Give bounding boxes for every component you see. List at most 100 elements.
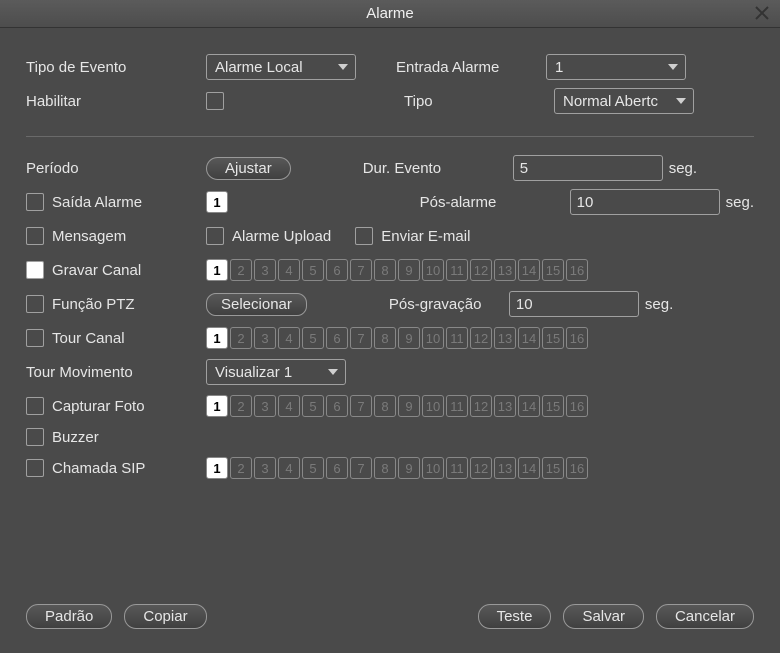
salvar-button[interactable]: Salvar [563, 604, 644, 629]
channel-4[interactable]: 4 [278, 327, 300, 349]
input-dur-evento[interactable] [513, 155, 663, 181]
checkbox-chamada-sip[interactable] [26, 459, 44, 477]
checkbox-capturar-foto[interactable] [26, 397, 44, 415]
channel-5[interactable]: 5 [302, 327, 324, 349]
channel-6[interactable]: 6 [326, 327, 348, 349]
channel-16[interactable]: 16 [566, 327, 588, 349]
channel-9[interactable]: 9 [398, 395, 420, 417]
channel-11[interactable]: 11 [446, 395, 468, 417]
channel-8[interactable]: 8 [374, 259, 396, 281]
channel-5[interactable]: 5 [302, 259, 324, 281]
checkbox-tour-canal[interactable] [26, 329, 44, 347]
channel-14[interactable]: 14 [518, 259, 540, 281]
channel-4[interactable]: 4 [278, 259, 300, 281]
channel-9[interactable]: 9 [398, 457, 420, 479]
channel-7[interactable]: 7 [350, 259, 372, 281]
channel-12[interactable]: 12 [470, 457, 492, 479]
channel-1[interactable]: 1 [206, 191, 228, 213]
checkbox-funcao-ptz[interactable] [26, 295, 44, 313]
channel-1[interactable]: 1 [206, 259, 228, 281]
select-tipo-evento[interactable]: Alarme Local [206, 54, 356, 80]
channel-10[interactable]: 10 [422, 259, 444, 281]
copiar-button[interactable]: Copiar [124, 604, 206, 629]
channel-12[interactable]: 12 [470, 259, 492, 281]
checkbox-gravar-canal[interactable] [26, 261, 44, 279]
channel-5[interactable]: 5 [302, 457, 324, 479]
channel-3[interactable]: 3 [254, 395, 276, 417]
channel-13[interactable]: 13 [494, 327, 516, 349]
label-tour-canal: Tour Canal [52, 330, 125, 347]
channel-11[interactable]: 11 [446, 259, 468, 281]
channel-8[interactable]: 8 [374, 395, 396, 417]
channel-10[interactable]: 10 [422, 327, 444, 349]
teste-button[interactable]: Teste [478, 604, 552, 629]
checkbox-enviar-email[interactable] [355, 227, 373, 245]
label-funcao-ptz: Função PTZ [52, 296, 135, 313]
channel-14[interactable]: 14 [518, 395, 540, 417]
select-tipo[interactable]: Normal Abertc [554, 88, 694, 114]
channel-8[interactable]: 8 [374, 457, 396, 479]
channel-2[interactable]: 2 [230, 457, 252, 479]
channel-15[interactable]: 15 [542, 327, 564, 349]
channel-10[interactable]: 10 [422, 457, 444, 479]
channel-13[interactable]: 13 [494, 457, 516, 479]
channel-4[interactable]: 4 [278, 395, 300, 417]
channel-15[interactable]: 15 [542, 395, 564, 417]
channel-12[interactable]: 12 [470, 327, 492, 349]
input-pos-gravacao[interactable] [509, 291, 639, 317]
channel-13[interactable]: 13 [494, 259, 516, 281]
channel-1[interactable]: 1 [206, 327, 228, 349]
label-habilitar: Habilitar [26, 93, 206, 110]
channel-15[interactable]: 15 [542, 259, 564, 281]
channel-16[interactable]: 16 [566, 259, 588, 281]
checkbox-saida-alarme[interactable] [26, 193, 44, 211]
checkbox-alarme-upload[interactable] [206, 227, 224, 245]
channel-8[interactable]: 8 [374, 327, 396, 349]
select-entrada-alarme[interactable]: 1 [546, 54, 686, 80]
channel-1[interactable]: 1 [206, 457, 228, 479]
select-tour-movimento[interactable]: Visualizar 1 [206, 359, 346, 385]
channel-3[interactable]: 3 [254, 327, 276, 349]
channel-13[interactable]: 13 [494, 395, 516, 417]
channel-10[interactable]: 10 [422, 395, 444, 417]
select-tipo-evento-value: Alarme Local [215, 59, 303, 76]
channel-15[interactable]: 15 [542, 457, 564, 479]
channel-7[interactable]: 7 [350, 327, 372, 349]
titlebar: Alarme [0, 0, 780, 28]
channel-3[interactable]: 3 [254, 259, 276, 281]
input-pos-alarme[interactable] [570, 189, 720, 215]
channel-1[interactable]: 1 [206, 395, 228, 417]
checkbox-habilitar[interactable] [206, 92, 224, 110]
channel-16[interactable]: 16 [566, 395, 588, 417]
channel-2[interactable]: 2 [230, 395, 252, 417]
channel-7[interactable]: 7 [350, 457, 372, 479]
channel-9[interactable]: 9 [398, 259, 420, 281]
label-entrada-alarme: Entrada Alarme [396, 59, 546, 76]
channel-9[interactable]: 9 [398, 327, 420, 349]
ajustar-button[interactable]: Ajustar [206, 157, 291, 180]
channel-6[interactable]: 6 [326, 457, 348, 479]
channel-12[interactable]: 12 [470, 395, 492, 417]
channel-2[interactable]: 2 [230, 327, 252, 349]
cancelar-button[interactable]: Cancelar [656, 604, 754, 629]
checkbox-mensagem[interactable] [26, 227, 44, 245]
channel-16[interactable]: 16 [566, 457, 588, 479]
channel-2[interactable]: 2 [230, 259, 252, 281]
channel-6[interactable]: 6 [326, 395, 348, 417]
channel-14[interactable]: 14 [518, 457, 540, 479]
selecionar-button[interactable]: Selecionar [206, 293, 307, 316]
label-tipo-evento: Tipo de Evento [26, 59, 206, 76]
channel-4[interactable]: 4 [278, 457, 300, 479]
window-title: Alarme [366, 5, 414, 22]
padrao-button[interactable]: Padrão [26, 604, 112, 629]
channel-11[interactable]: 11 [446, 457, 468, 479]
channel-11[interactable]: 11 [446, 327, 468, 349]
channel-5[interactable]: 5 [302, 395, 324, 417]
select-tour-movimento-value: Visualizar 1 [215, 364, 292, 381]
checkbox-buzzer[interactable] [26, 428, 44, 446]
channel-3[interactable]: 3 [254, 457, 276, 479]
channel-6[interactable]: 6 [326, 259, 348, 281]
channel-7[interactable]: 7 [350, 395, 372, 417]
close-button[interactable] [752, 3, 772, 23]
channel-14[interactable]: 14 [518, 327, 540, 349]
